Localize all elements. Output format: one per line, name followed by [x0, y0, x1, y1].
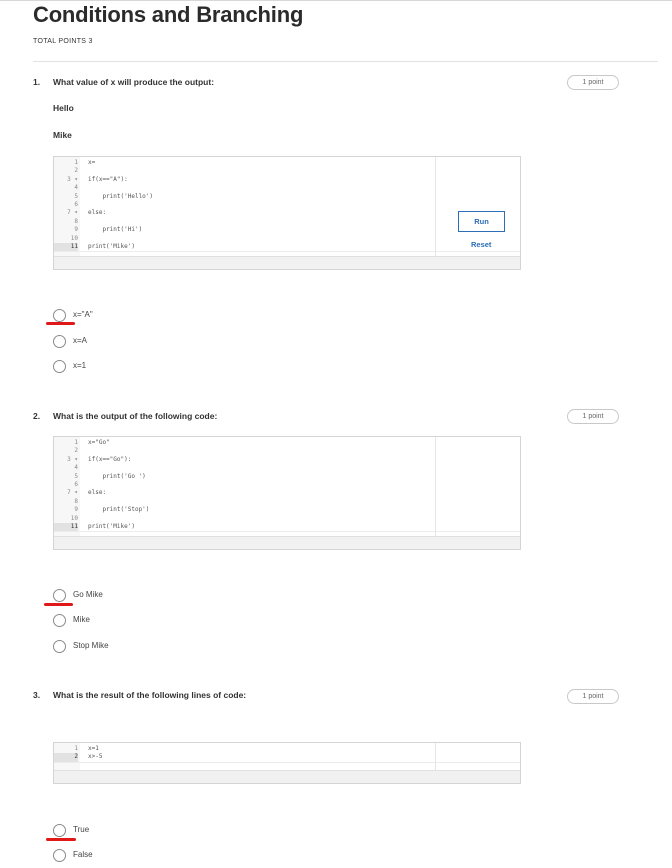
red-annotation-mark [46, 322, 75, 325]
code-line: 8 [74, 497, 78, 505]
question-1-number: 1. [33, 77, 41, 87]
code-line: 2 [74, 447, 78, 455]
page-title: Conditions and Branching [33, 2, 304, 27]
code-line: 10 [70, 514, 78, 522]
code-area[interactable]: 1 x= 2 3 ▾ if(x=="A"): 4 5 print('Hello') … [54, 159, 520, 253]
question-1-expected-line-1: Hello [53, 103, 74, 113]
radio-button[interactable] [53, 614, 66, 627]
code-line: 5 print('Go ') [74, 472, 146, 480]
code-line: 3 ▾ if(x=="A"): [67, 175, 128, 183]
radio-button[interactable] [53, 589, 66, 602]
code-line: 1 x= [74, 159, 96, 166]
radio-button[interactable] [53, 335, 66, 348]
code-line: 5 print('Hello') [74, 192, 154, 200]
question-1-code-editor[interactable]: 1 x= 2 3 ▾ if(x=="A"): 4 5 print('Hello') … [53, 156, 521, 270]
option-label: x=1 [73, 361, 87, 370]
code-line: 10 [70, 234, 78, 242]
question-2-code-editor[interactable]: 1 x="Go" 2 3 ▾ if(x=="Go"): 4 5 print('Go … [53, 436, 521, 550]
total-points: TOTAL POINTS 3 [33, 38, 93, 45]
code-line: 9 print('Hi') [74, 226, 143, 234]
reset-link[interactable]: Reset [471, 240, 491, 249]
radio-button[interactable] [53, 640, 66, 653]
option-label: False [73, 850, 93, 859]
code-line: 7 ▾ else: [67, 209, 107, 217]
question-2-number: 2. [33, 411, 41, 421]
question-1-expected-line-2: Mike [53, 130, 72, 140]
question-3-code-editor[interactable]: 1 x=1 2 x>-5 [53, 742, 521, 784]
radio-button[interactable] [53, 824, 66, 837]
radio-button[interactable] [53, 360, 66, 373]
code-line-active: 2 x>-5 [54, 753, 520, 763]
code-line: 6 [74, 480, 78, 488]
code-line: 7 ▾ else: [67, 489, 107, 497]
option-label: True [73, 825, 90, 834]
question-2-text: What is the output of the following code… [53, 411, 218, 421]
question-1-text: What value of x will produce the output: [53, 77, 215, 87]
code-line: 1 x="Go" [74, 439, 110, 446]
radio-button[interactable] [53, 309, 66, 322]
editor-footer [54, 770, 520, 783]
question-1-points-badge: 1 point [567, 75, 619, 90]
header-divider [33, 61, 658, 62]
option-label: Go Mike [73, 590, 103, 599]
code-line: 3 ▾ if(x=="Go"): [67, 455, 132, 463]
code-area[interactable]: 1 x=1 2 x>-5 [54, 745, 520, 763]
question-3-number: 3. [33, 690, 41, 700]
run-button[interactable]: Run [458, 211, 505, 232]
code-line: 4 [74, 184, 78, 192]
code-area[interactable]: 1 x="Go" 2 3 ▾ if(x=="Go"): 4 5 print('Go … [54, 439, 520, 533]
option-label: Stop Mike [73, 641, 109, 650]
option-label: x="A" [73, 310, 93, 319]
code-line: 6 [74, 200, 78, 208]
red-annotation-mark [46, 838, 76, 841]
code-line: 9 print('Stop') [74, 506, 150, 514]
option-label: x=A [73, 336, 88, 345]
radio-button[interactable] [53, 849, 66, 862]
question-3-text: What is the result of the following line… [53, 690, 247, 700]
editor-footer [54, 536, 520, 549]
red-annotation-mark [44, 603, 73, 606]
code-line: 1 x=1 [74, 745, 99, 752]
code-line-active: 11 print('Mike') [54, 242, 520, 253]
code-line: 4 [74, 464, 78, 472]
question-2-points-badge: 1 point [567, 409, 619, 424]
editor-footer [54, 256, 520, 269]
code-line-active: 11 print('Mike') [54, 522, 520, 533]
code-line: 2 [74, 167, 78, 175]
question-3-points-badge: 1 point [567, 689, 619, 704]
option-label: Mike [73, 615, 90, 624]
top-border [0, 0, 672, 1]
code-line: 8 [74, 217, 78, 225]
